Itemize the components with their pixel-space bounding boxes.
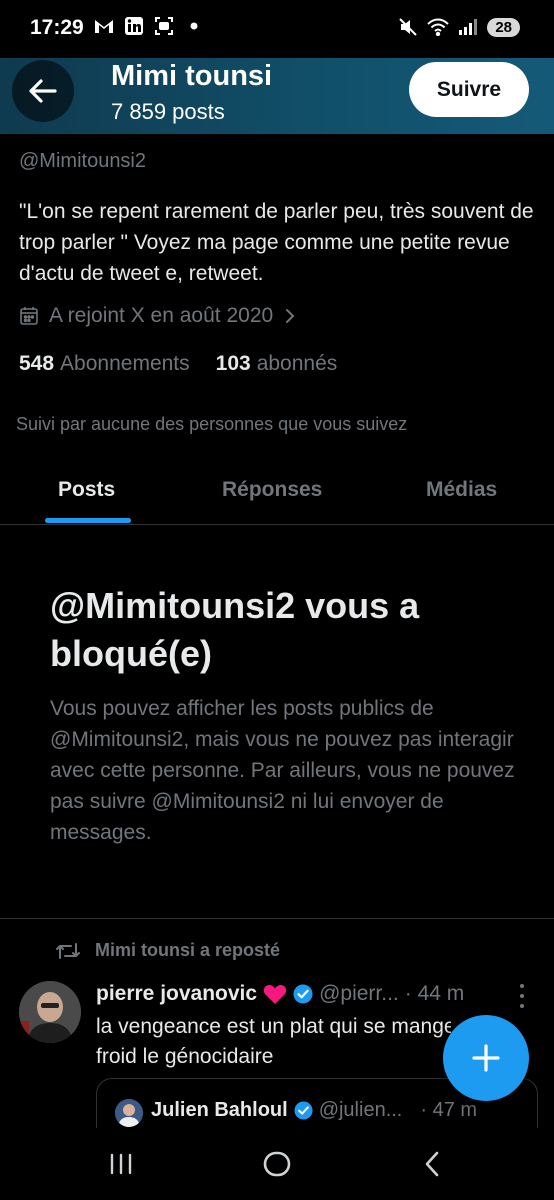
following-count: 548 <box>19 352 55 375</box>
verified-badge-icon <box>294 1101 313 1120</box>
tweet-author-avatar[interactable] <box>19 981 81 1043</box>
notification-icons <box>93 15 205 37</box>
quote-author-avatar <box>115 1099 143 1127</box>
divider <box>0 918 554 919</box>
header-posts-count: 7 859 posts <box>111 99 225 124</box>
tweet-time: · 44 m <box>404 982 465 1005</box>
heart-icon <box>263 984 287 1004</box>
repost-label: Mimi tounsi a reposté <box>95 940 281 960</box>
quote-author-name: Julien Bahloul <box>151 1099 288 1121</box>
status-time: 17:29 <box>30 16 84 39</box>
repost-icon <box>56 942 80 959</box>
tweet-text: la vengeance est un plat qui se mange fr… <box>96 1012 451 1072</box>
wifi-icon <box>427 16 450 38</box>
followers-link[interactable]: 103 abonnés <box>216 352 338 376</box>
tweet-text-line-1: la vengeance est un plat qui se mange <box>96 1015 451 1038</box>
following-label: Abonnements <box>60 352 190 375</box>
profile-tabs: Posts Réponses Médias <box>0 460 554 525</box>
followers-label: abonnés <box>256 352 338 375</box>
verified-badge-icon <box>293 984 313 1004</box>
home-button[interactable] <box>257 1146 297 1182</box>
tweet-author-handle: @pierr... <box>319 982 399 1005</box>
follow-button[interactable]: Suivre <box>409 62 529 117</box>
chevron-left-icon <box>425 1151 439 1177</box>
chevron-right-icon <box>286 309 295 323</box>
system-icons: 28 <box>397 16 520 38</box>
joined-date-row[interactable]: A rejoint X en août 2020 <box>19 304 297 328</box>
tweet-header: pierre jovanovic @pierr... · 44 m <box>96 982 464 1006</box>
tweet-author-name[interactable]: pierre jovanovic <box>96 982 257 1006</box>
more-options-icon[interactable] <box>516 984 528 1008</box>
header-profile-name: Mimi tounsi <box>111 60 273 92</box>
system-navigation-bar <box>0 1128 554 1200</box>
home-icon <box>263 1151 291 1177</box>
linkedin-icon <box>123 15 145 37</box>
tab-posts[interactable]: Posts <box>58 478 115 502</box>
recent-apps-button[interactable] <box>101 1146 141 1182</box>
profile-header: Mimi tounsi 7 859 posts Suivre <box>0 58 554 134</box>
recent-apps-icon <box>110 1153 132 1175</box>
arrow-left-icon <box>29 79 57 103</box>
mute-icon <box>397 16 419 38</box>
back-button[interactable] <box>12 60 74 122</box>
system-back-button[interactable] <box>412 1146 452 1182</box>
tab-media[interactable]: Médias <box>426 478 497 502</box>
quote-author-handle: @julien... <box>318 1099 403 1121</box>
followers-count: 103 <box>215 352 251 375</box>
gmail-icon <box>93 15 115 37</box>
calendar-icon <box>20 307 38 325</box>
compose-button[interactable] <box>443 1015 529 1101</box>
quote-header: Julien Bahloul @julien... · 47 m <box>151 1099 477 1122</box>
tweet-text-line-2: froid le génocidaire <box>96 1045 274 1068</box>
plus-icon <box>472 1044 500 1072</box>
signal-icon <box>457 16 479 38</box>
repost-indicator[interactable]: Mimi tounsi a reposté <box>55 940 280 961</box>
tab-replies[interactable]: Réponses <box>222 478 322 502</box>
battery-indicator: 28 <box>487 17 520 37</box>
active-tab-indicator <box>45 518 131 523</box>
screen-record-icon <box>153 15 175 37</box>
profile-bio: "L'on se repent rarement de parler peu, … <box>19 200 534 285</box>
dot-icon <box>183 15 205 37</box>
follow-stats: 548 Abonnements 103 abonnés <box>19 352 337 376</box>
quote-time: · 47 m <box>420 1099 478 1121</box>
blocked-title: @Mimitounsi2 vous a bloqué(e) <box>50 585 420 674</box>
status-bar: 17:29 28 <box>0 0 554 58</box>
followed-by-text: Suivi par aucune des personnes que vous … <box>16 414 408 434</box>
blocked-description: Vous pouvez afficher les posts publics d… <box>50 697 515 844</box>
profile-handle: @Mimitounsi2 <box>19 150 147 172</box>
joined-date-text: A rejoint X en août 2020 <box>49 304 274 327</box>
following-link[interactable]: 548 Abonnements <box>19 352 190 376</box>
